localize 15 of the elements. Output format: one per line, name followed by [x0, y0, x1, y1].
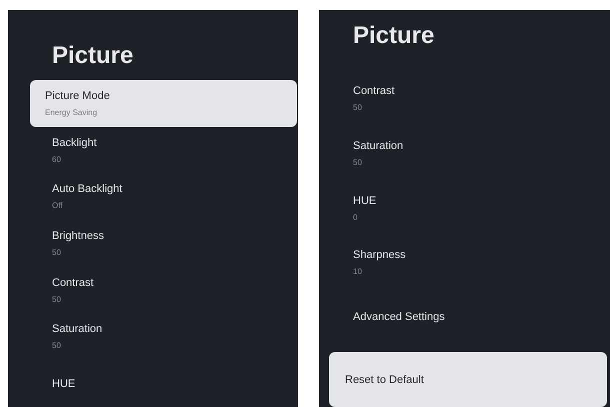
settings-item[interactable]: Saturation 50	[30, 314, 297, 360]
settings-item[interactable]: Contrast 50	[329, 72, 607, 126]
settings-item[interactable]: Contrast 50	[30, 266, 297, 314]
settings-item[interactable]: HUE 0	[329, 180, 607, 236]
settings-item[interactable]: Reset to Default	[329, 352, 607, 407]
settings-item[interactable]: Brightness 50	[30, 220, 297, 267]
settings-item[interactable]: Picture Mode Energy Saving	[30, 80, 297, 127]
settings-item[interactable]: Backlight 60	[30, 126, 297, 174]
settings-item[interactable]: Auto Backlight Off	[30, 174, 297, 220]
settings-item[interactable]: Advanced Settings	[329, 290, 607, 344]
panel-title: Picture	[51, 41, 134, 71]
settings-item[interactable]: HUE	[30, 360, 297, 407]
settings-item[interactable]: Saturation 50	[329, 126, 607, 181]
panel-title: Picture	[352, 21, 436, 51]
settings-item[interactable]: Sharpness 10	[329, 235, 607, 290]
